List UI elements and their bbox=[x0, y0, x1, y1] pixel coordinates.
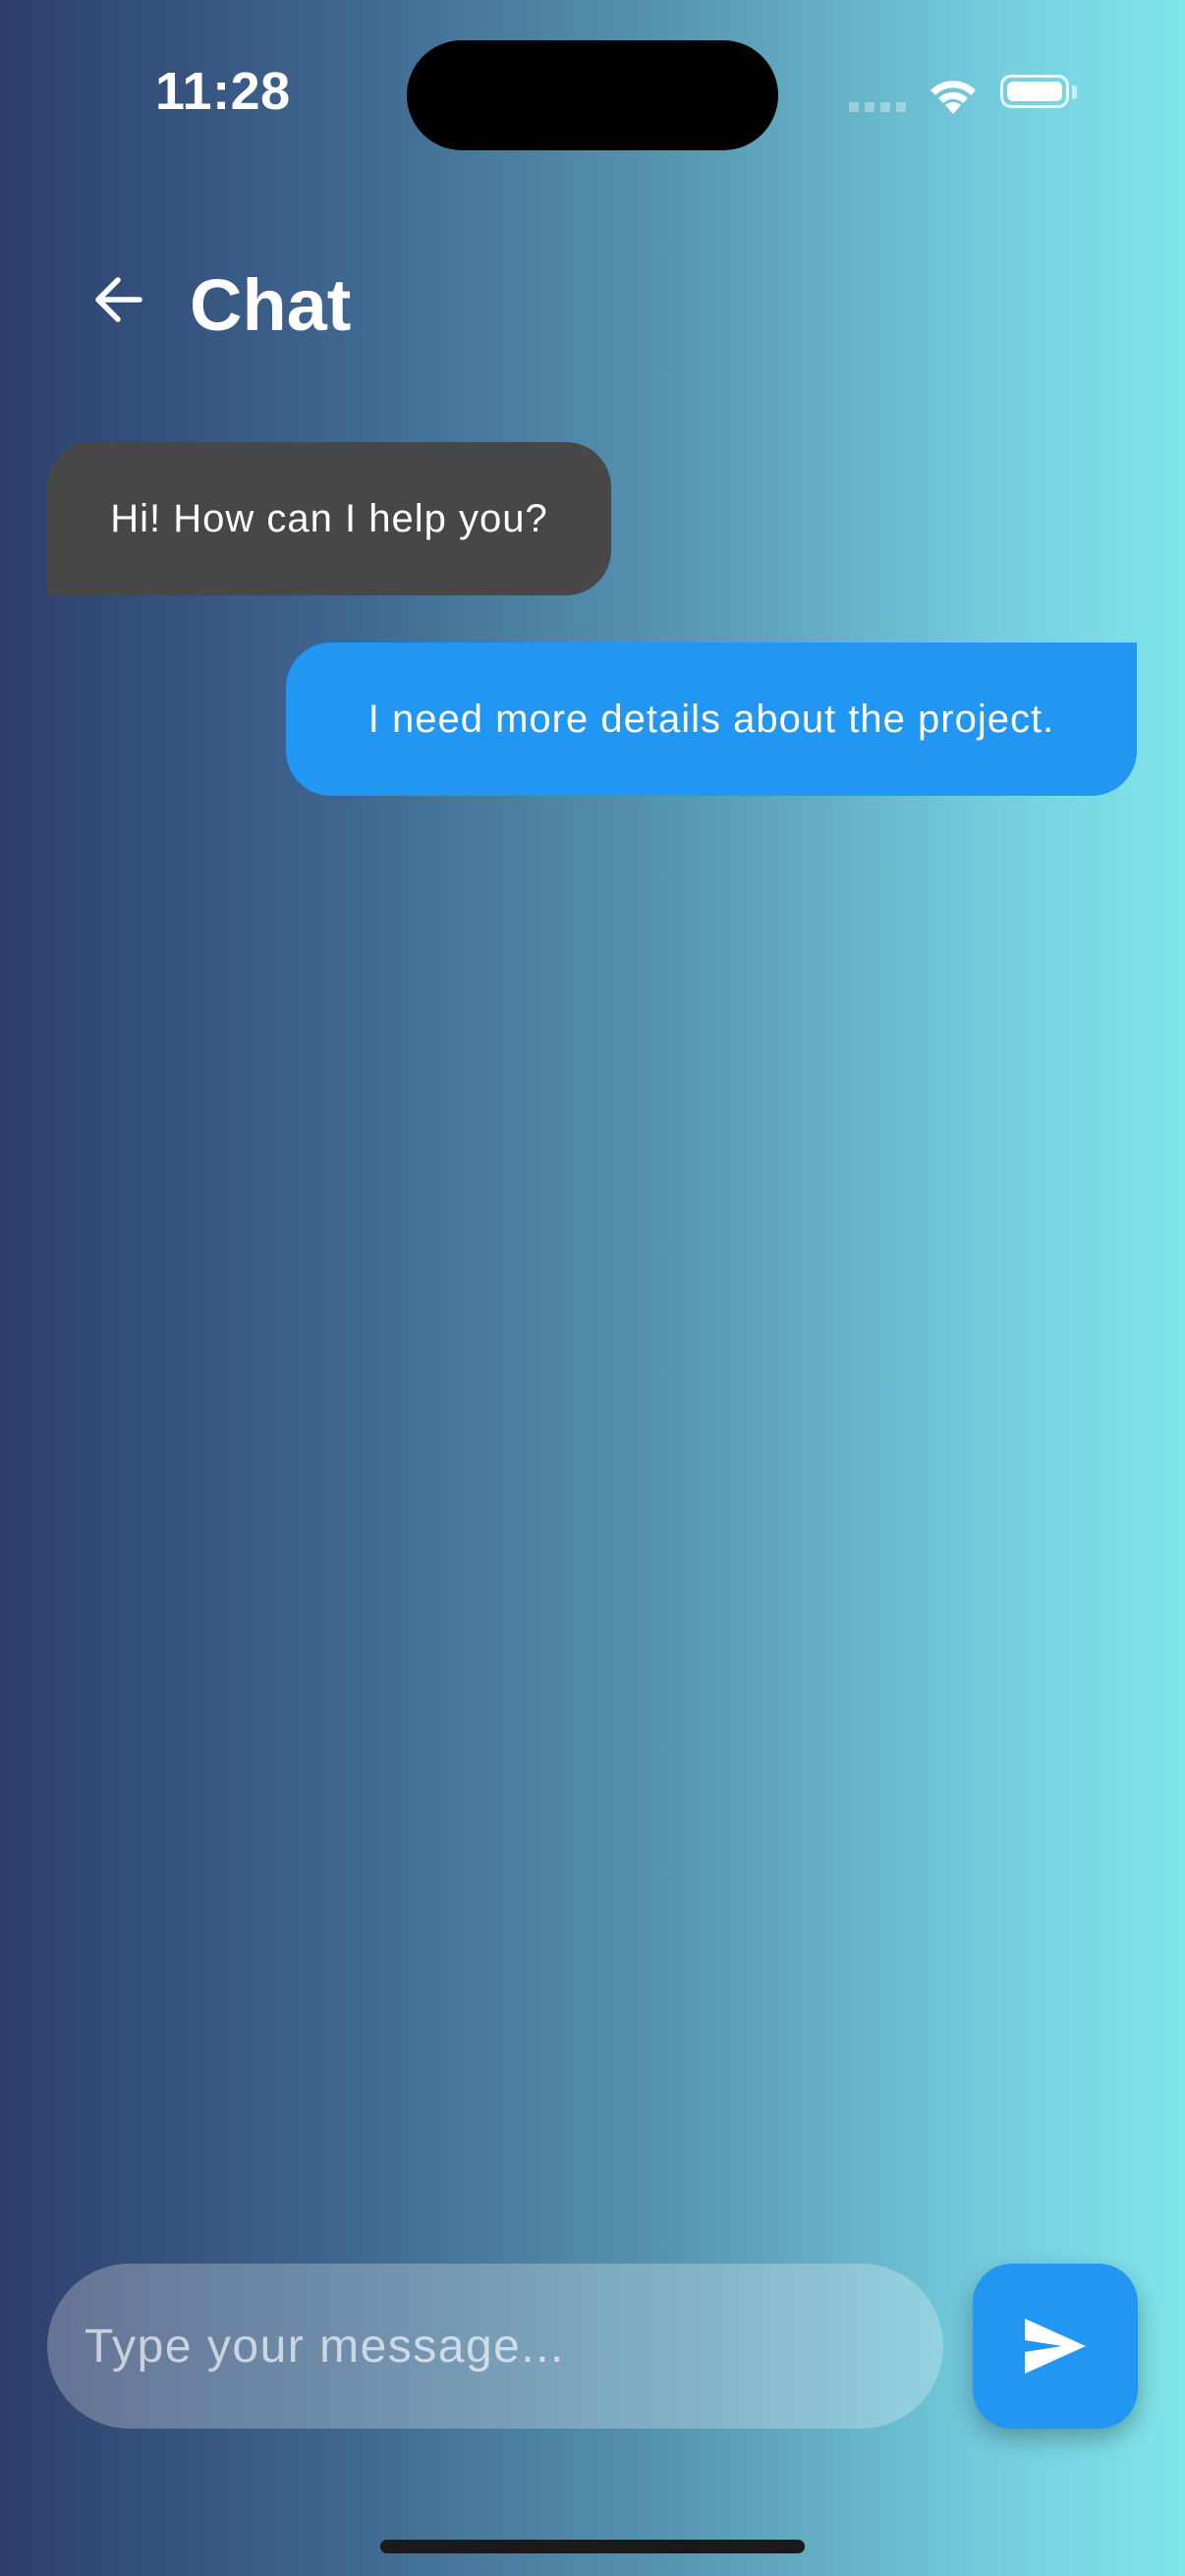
message-input[interactable] bbox=[47, 2264, 943, 2429]
status-bar: 11:28 bbox=[0, 0, 1185, 187]
signal-icon bbox=[849, 102, 906, 112]
message-bubble-user: I need more details about the project. bbox=[286, 643, 1137, 796]
app-bar: Chat bbox=[0, 226, 1185, 373]
send-button[interactable] bbox=[973, 2264, 1138, 2429]
home-indicator bbox=[380, 2540, 805, 2553]
arrow-left-icon bbox=[95, 277, 142, 322]
wifi-icon bbox=[931, 81, 976, 114]
battery-tip bbox=[1072, 85, 1077, 99]
message-bubble-bot: Hi! How can I help you? bbox=[47, 442, 611, 595]
page-title: Chat bbox=[190, 264, 352, 346]
status-time: 11:28 bbox=[155, 62, 291, 121]
battery-icon bbox=[1000, 75, 1069, 108]
dynamic-island bbox=[407, 40, 778, 150]
send-icon bbox=[1025, 2319, 1086, 2374]
message-text: I need more details about the project. bbox=[367, 697, 1055, 741]
back-button[interactable] bbox=[74, 255, 162, 344]
composer bbox=[0, 2264, 1185, 2429]
message-text: Hi! How can I help you? bbox=[110, 496, 548, 540]
